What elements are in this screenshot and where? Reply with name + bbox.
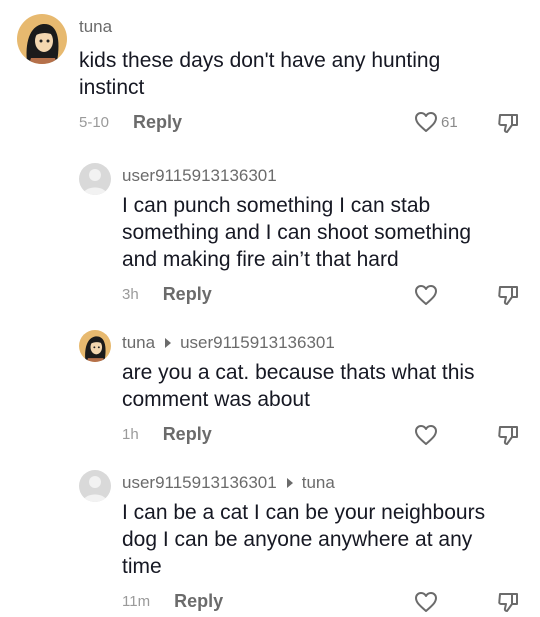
reply-arrow-icon [165, 338, 172, 348]
reply-button[interactable]: Reply [133, 112, 182, 133]
cartoon-girl-avatar-icon [79, 330, 111, 362]
comment-meta: 1h Reply [122, 424, 212, 445]
like-button[interactable] [414, 424, 441, 446]
comment-timestamp: 5-10 [79, 114, 110, 131]
dislike-button[interactable] [497, 424, 519, 451]
heart-icon [415, 285, 437, 305]
thumbs-down-icon [498, 286, 518, 305]
reply-comment: tuna user9115913136301 are you a cat. be… [0, 320, 540, 460]
like-button[interactable] [414, 591, 441, 613]
like-button[interactable] [414, 284, 441, 306]
reply-comment: user9115913136301 I can punch something … [0, 150, 540, 320]
reply-comment: user9115913136301 tuna I can be a cat I … [0, 460, 540, 617]
default-avatar-icon [79, 470, 111, 502]
comment-username[interactable]: tuna [79, 17, 112, 37]
heart-icon [415, 425, 437, 445]
heart-icon [415, 112, 437, 132]
thumbs-down-icon [498, 593, 518, 612]
avatar[interactable] [17, 14, 67, 64]
comment-text: I can punch something I can stab somethi… [122, 194, 472, 271]
avatar[interactable] [79, 470, 111, 502]
dislike-button[interactable] [497, 591, 519, 617]
thumbs-down-icon [498, 426, 518, 445]
cartoon-girl-avatar-icon [17, 14, 67, 64]
default-avatar-icon [79, 163, 111, 195]
comment-meta: 11m Reply [122, 591, 223, 612]
comment-text: are you a cat. because thats what this c… [122, 361, 475, 411]
like-button[interactable]: 61 [414, 111, 458, 133]
username-link[interactable]: tuna [122, 333, 155, 353]
comment-username: tuna user9115913136301 [122, 333, 335, 353]
avatar[interactable] [79, 163, 111, 195]
reply-to-username-link[interactable]: tuna [302, 473, 335, 493]
comment-username[interactable]: user9115913136301 [122, 166, 277, 186]
comment-timestamp: 3h [122, 286, 139, 303]
dislike-button[interactable] [497, 284, 519, 311]
reply-button[interactable]: Reply [174, 591, 223, 612]
avatar[interactable] [79, 330, 111, 362]
comment-meta: 3h Reply [122, 284, 212, 305]
comment-text: I can be a cat I can be your neighbours … [122, 501, 486, 578]
reply-button[interactable]: Reply [163, 284, 212, 305]
like-count: 61 [441, 113, 458, 131]
username-link[interactable]: user9115913136301 [122, 473, 277, 493]
heart-icon [415, 592, 437, 612]
comment-timestamp: 11m [122, 593, 151, 610]
comment-text: kids these days don't have any hunting i… [79, 49, 441, 99]
comment-timestamp: 1h [122, 426, 139, 443]
dislike-button[interactable] [497, 112, 519, 139]
reply-arrow-icon [286, 478, 293, 488]
reply-button[interactable]: Reply [163, 424, 212, 445]
comment-meta: 5-10 Reply [79, 112, 182, 133]
comment-username: user9115913136301 tuna [122, 473, 335, 493]
comment: tuna kids these days don't have any hunt… [0, 0, 540, 150]
username-link[interactable]: user9115913136301 [122, 166, 277, 186]
thumbs-down-icon [498, 114, 518, 133]
reply-to-username-link[interactable]: user9115913136301 [180, 333, 335, 353]
username-link[interactable]: tuna [79, 17, 112, 37]
